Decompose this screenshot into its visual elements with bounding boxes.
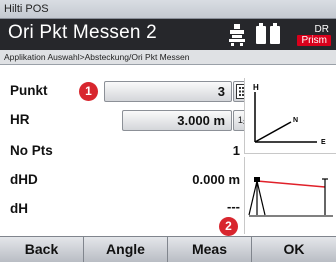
screen: Hilti POS Ori Pkt Messen 2 DR Prism Appl…	[0, 0, 336, 262]
softkey-bar: Back Angle Meas OK	[0, 236, 336, 262]
punkt-field[interactable]: 3	[104, 81, 232, 102]
dhd-value: 0.000 m	[192, 172, 240, 187]
header-bar: Ori Pkt Messen 2 DR Prism	[0, 19, 336, 50]
app-title: Hilti POS	[0, 0, 336, 19]
ok-button[interactable]: OK	[252, 237, 336, 262]
page-title: Ori Pkt Messen 2	[8, 22, 157, 43]
no-pts-label: No Pts	[10, 143, 53, 158]
angle-button[interactable]: Angle	[84, 237, 168, 262]
hr-label: HR	[10, 112, 30, 127]
axis-h-label: H	[253, 83, 259, 92]
callout-marker-1: 1	[79, 82, 98, 101]
measure-mode-indicator[interactable]: DR Prism	[289, 24, 333, 46]
profile-diagram	[244, 157, 336, 234]
breadcrumb: Applikation Auswahl>Absteckung/Ori Pkt M…	[0, 50, 336, 65]
callout-marker-2: 2	[219, 217, 238, 236]
punkt-label: Punkt	[10, 83, 48, 98]
plan-view-diagram: H N E	[244, 78, 336, 154]
axis-e-label: E	[321, 139, 326, 146]
no-pts-value: 1	[232, 143, 240, 158]
axis-n-label: N	[293, 117, 298, 124]
dh-value: ---	[227, 199, 240, 214]
mode-dr-label: DR	[314, 24, 329, 35]
dh-label: dH	[10, 201, 28, 216]
back-button[interactable]: Back	[0, 237, 84, 262]
measure-button[interactable]: Meas	[168, 237, 252, 262]
tribrach-icon	[229, 24, 245, 46]
dhd-label: dHD	[10, 172, 38, 187]
hr-field[interactable]: 3.000 m	[122, 110, 232, 131]
mode-prism-badge: Prism	[297, 35, 331, 46]
battery-icon	[256, 23, 266, 44]
battery-icon	[270, 23, 280, 44]
